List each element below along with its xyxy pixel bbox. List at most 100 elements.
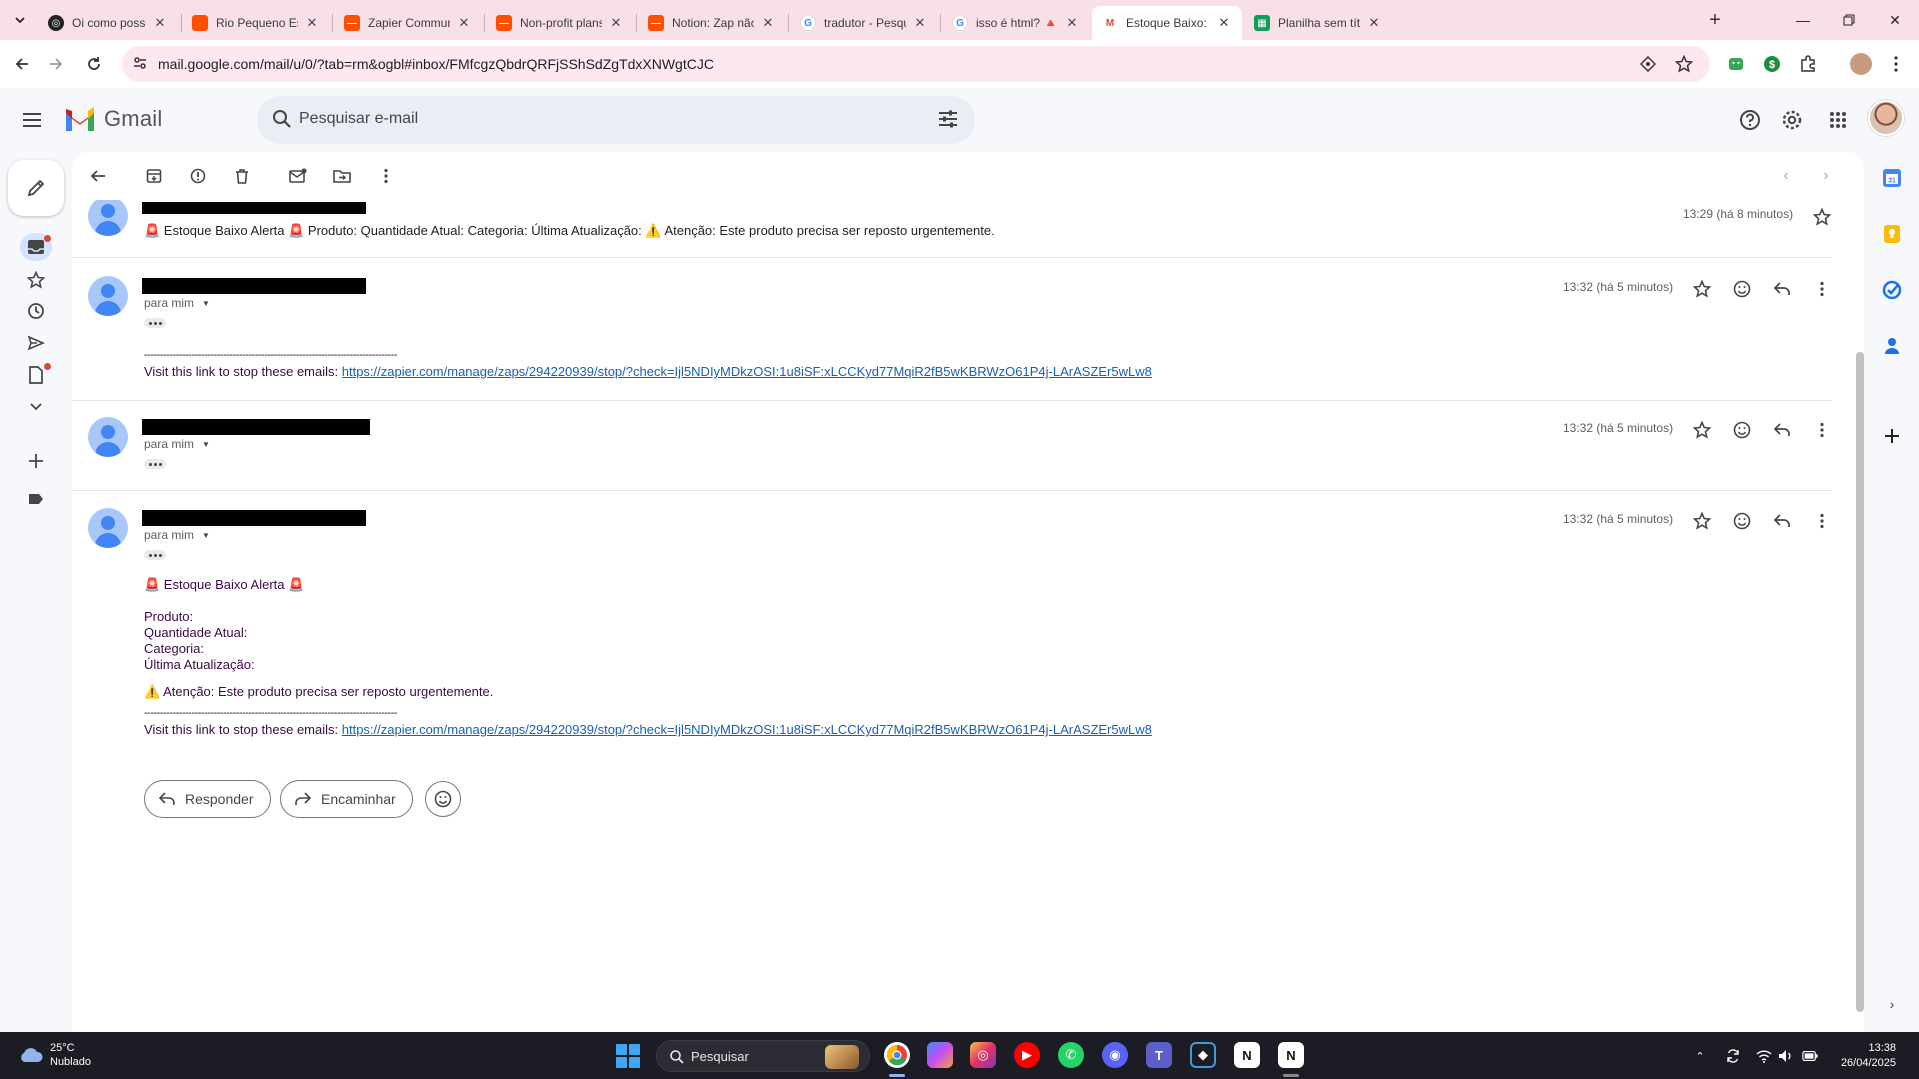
bookmark-star-icon[interactable] — [1674, 54, 1694, 74]
back-to-inbox-icon[interactable] — [86, 164, 110, 188]
volume-icon[interactable] — [1778, 1048, 1794, 1064]
extensions-puzzle-icon[interactable] — [1798, 54, 1818, 74]
close-tab-icon[interactable]: ✕ — [152, 15, 168, 31]
notion-calendar-taskbar-icon[interactable]: N — [1278, 1042, 1304, 1068]
main-menu-icon[interactable] — [20, 108, 44, 132]
caret-down-icon[interactable]: ▼ — [202, 440, 210, 449]
instagram-taskbar-icon[interactable]: ◎ — [970, 1042, 996, 1068]
browser-tab-6[interactable]: G tradutor - Pesquisa G ✕ — [790, 6, 938, 40]
discord-taskbar-icon[interactable]: ◉ — [1102, 1042, 1128, 1068]
close-tab-icon[interactable]: ✕ — [608, 15, 624, 31]
windows-start-icon[interactable] — [616, 1044, 640, 1068]
weather-widget[interactable]: 25°C Nublado — [18, 1041, 91, 1069]
tab-search-chevron-icon[interactable] — [8, 8, 32, 32]
extension-dollar-icon[interactable]: $ — [1762, 54, 1782, 74]
close-window-icon[interactable]: ✕ — [1872, 0, 1918, 40]
show-side-panel-chevron-icon[interactable]: › — [1884, 996, 1900, 1012]
thread-scrollbar[interactable] — [1856, 352, 1864, 1012]
star-icon[interactable] — [1690, 509, 1714, 533]
collapsed-message[interactable]: 13:29 (há 8 minutos) 🚨 Estoque Baixo Ale… — [72, 200, 1832, 257]
close-tab-icon[interactable]: ✕ — [760, 15, 776, 31]
emoji-reaction-icon[interactable] — [1730, 418, 1754, 442]
copilot-taskbar-icon[interactable] — [927, 1042, 953, 1068]
taskbar-search-box[interactable]: Pesquisar — [656, 1040, 870, 1072]
emoji-reaction-icon[interactable] — [1730, 277, 1754, 301]
search-input[interactable]: Pesquisar e-mail — [299, 110, 418, 128]
help-icon[interactable] — [1738, 108, 1762, 132]
more-message-options-icon[interactable] — [1810, 277, 1832, 301]
tray-overflow-chevron-icon[interactable]: ⌃ — [1692, 1048, 1708, 1064]
back-arrow-icon[interactable] — [8, 50, 36, 78]
snoozed-nav-item[interactable] — [24, 299, 48, 323]
browser-tab-4[interactable]: — Non-profit plans | Za ✕ — [486, 6, 634, 40]
profile-avatar[interactable] — [1850, 53, 1872, 75]
reply-arrow-icon[interactable] — [1770, 277, 1794, 301]
teams-taskbar-icon[interactable]: T — [1146, 1042, 1172, 1068]
password-key-icon[interactable] — [1638, 54, 1658, 74]
browser-menu-icon[interactable] — [1886, 54, 1906, 74]
youtube-taskbar-icon[interactable]: ▶ — [1014, 1042, 1040, 1068]
search-bar[interactable]: Pesquisar e-mail — [257, 96, 975, 144]
browser-tab-5[interactable]: — Notion: Zap não cons ✕ — [638, 6, 786, 40]
caret-down-icon[interactable]: ▼ — [202, 299, 210, 308]
show-trimmed-content-button[interactable] — [144, 318, 166, 328]
compose-button[interactable] — [8, 160, 64, 216]
close-tab-icon[interactable]: ✕ — [1366, 15, 1382, 31]
new-tab-button[interactable]: + — [1703, 8, 1727, 32]
taskbar-clock[interactable]: 13:38 26/04/2025 — [1836, 1041, 1896, 1071]
emoji-reaction-button[interactable] — [425, 781, 461, 817]
browser-tab-7[interactable]: G isso é html? 🔺 Estoq ✕ — [942, 6, 1090, 40]
settings-gear-icon[interactable] — [1780, 108, 1804, 132]
reply-arrow-icon[interactable] — [1770, 509, 1794, 533]
notion-taskbar-icon[interactable]: N — [1234, 1042, 1260, 1068]
reply-arrow-icon[interactable] — [1770, 418, 1794, 442]
move-to-folder-icon[interactable] — [330, 164, 354, 188]
label-nav-item[interactable] — [24, 487, 48, 511]
close-tab-icon[interactable]: ✕ — [1216, 15, 1232, 31]
restore-window-icon[interactable] — [1826, 0, 1872, 40]
emoji-reaction-icon[interactable] — [1730, 509, 1754, 533]
close-tab-icon[interactable]: ✕ — [304, 15, 320, 31]
search-options-icon[interactable] — [937, 108, 959, 130]
recipient-line[interactable]: para mim ▼ — [144, 296, 210, 310]
close-tab-icon[interactable]: ✕ — [912, 15, 928, 31]
report-spam-icon[interactable] — [186, 164, 210, 188]
browser-tab-3[interactable]: — Zapier Community: A ✕ — [334, 6, 482, 40]
archive-icon[interactable] — [142, 164, 166, 188]
star-icon[interactable] — [1690, 277, 1714, 301]
chrome-taskbar-icon[interactable] — [884, 1042, 910, 1068]
more-options-icon[interactable] — [374, 164, 398, 188]
site-settings-icon[interactable] — [132, 55, 148, 71]
whatsapp-taskbar-icon[interactable]: ✆ — [1058, 1042, 1084, 1068]
recipient-line[interactable]: para mim ▼ — [144, 528, 210, 542]
account-avatar[interactable] — [1868, 100, 1904, 136]
zapier-stop-link[interactable]: https://zapier.com/manage/zaps/294220939… — [342, 722, 1152, 737]
delete-trash-icon[interactable] — [230, 164, 254, 188]
sent-nav-item[interactable] — [24, 331, 48, 355]
mark-unread-icon[interactable] — [286, 164, 310, 188]
reload-icon[interactable] — [80, 50, 108, 78]
star-icon[interactable] — [1690, 418, 1714, 442]
starred-nav-item[interactable] — [24, 268, 48, 292]
new-label-button[interactable] — [24, 449, 48, 473]
minimize-window-icon[interactable]: — — [1780, 0, 1826, 40]
keep-notes-icon[interactable] — [1880, 222, 1904, 246]
show-trimmed-content-button[interactable] — [144, 550, 166, 560]
forward-arrow-icon[interactable] — [42, 50, 70, 78]
contacts-icon[interactable] — [1880, 334, 1904, 358]
reply-button[interactable]: Responder — [144, 780, 271, 818]
get-addons-plus-icon[interactable] — [1880, 424, 1904, 448]
google-apps-icon[interactable] — [1826, 108, 1850, 132]
more-nav-item[interactable] — [24, 395, 48, 419]
browser-tab-8-active[interactable]: M Estoque Baixo: - t ✕ — [1092, 6, 1242, 40]
close-tab-icon[interactable]: ✕ — [456, 15, 472, 31]
forward-button[interactable]: Encaminhar — [280, 780, 413, 818]
search-icon[interactable] — [271, 108, 293, 130]
extension-android-icon[interactable] — [1726, 54, 1746, 74]
older-message-chevron-icon[interactable]: › — [1814, 164, 1838, 188]
browser-tab-9[interactable]: ▦ Planilha sem título - I ✕ — [1244, 6, 1392, 40]
browser-tab-1[interactable]: ◎ Oi como posso ajuda ✕ — [38, 6, 178, 40]
shield-app-taskbar-icon[interactable]: ◆ — [1190, 1042, 1216, 1068]
wifi-icon[interactable] — [1756, 1048, 1772, 1064]
more-message-options-icon[interactable] — [1810, 418, 1832, 442]
